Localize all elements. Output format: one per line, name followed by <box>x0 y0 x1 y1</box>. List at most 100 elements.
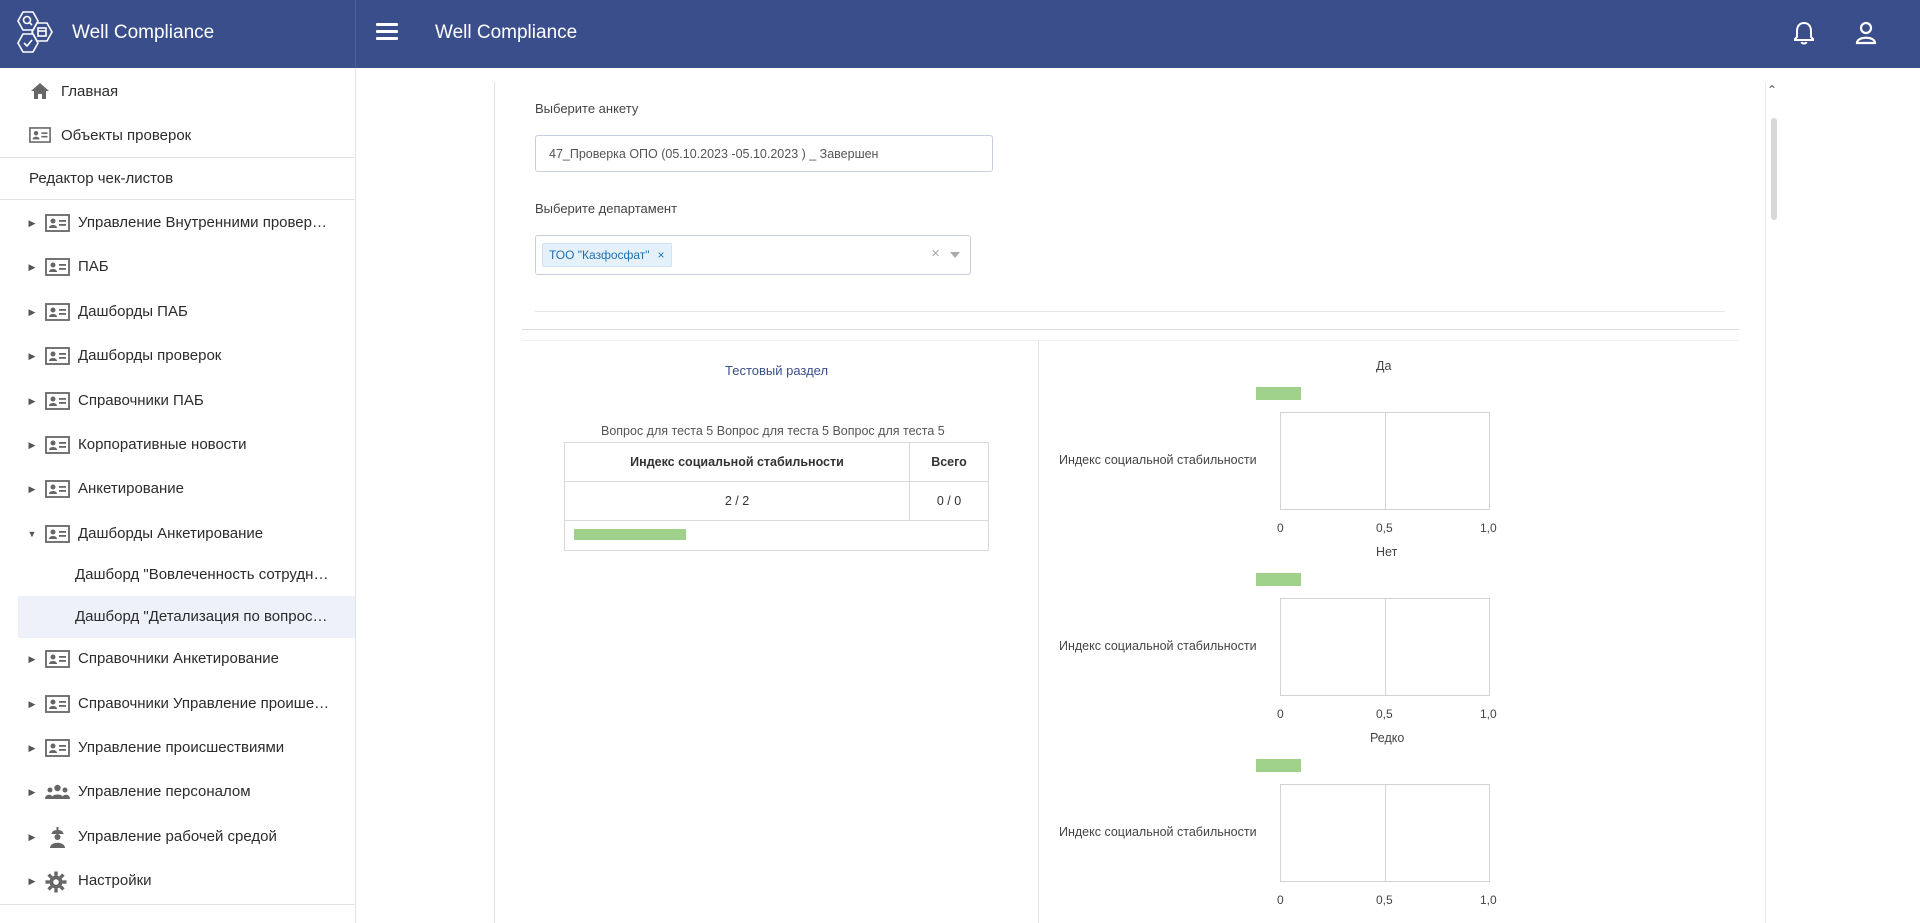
x-tick-label: 0 <box>1277 707 1284 721</box>
worker-icon <box>45 827 70 848</box>
x-tick-label: 0 <box>1277 521 1284 535</box>
chart-title: Нет <box>1376 545 1398 559</box>
sidebar-item-label: Управление персоналом <box>78 783 251 800</box>
sidebar-item[interactable]: ▼ Дашборды Анкетирование <box>0 513 355 555</box>
sidebar-item[interactable]: ▶ Дашборды проверок <box>0 335 355 377</box>
section-title: Тестовый раздел <box>725 363 829 378</box>
card-icon <box>45 649 70 669</box>
tag-remove-icon[interactable]: × <box>658 248 665 262</box>
department-tag-label: ТОО "Казфосфат" <box>549 248 650 262</box>
sidebar-item[interactable]: ▶ Справочники Управление проише… <box>0 683 355 725</box>
legend-swatch[interactable] <box>1256 573 1301 586</box>
caret-right-icon[interactable]: ▶ <box>27 743 37 753</box>
legend-swatch[interactable] <box>1256 387 1301 400</box>
sidebar-item-label: Настройки <box>78 872 152 889</box>
sidebar: Главная Объекты проверок Редактор чек-ли… <box>0 68 356 923</box>
chart-title: Редко <box>1370 731 1405 745</box>
page-title: Well Compliance <box>435 22 578 43</box>
sidebar-item-label: Дашборды ПАБ <box>78 303 188 320</box>
caret-right-icon[interactable]: ▶ <box>27 699 37 709</box>
sidebar-item-label: Управление происшествиями <box>78 739 285 756</box>
divider <box>535 311 1725 312</box>
table-cell: 0 / 0 <box>909 481 989 521</box>
chart-gridline <box>1385 785 1386 881</box>
survey-label: Выберите анкету <box>535 101 639 116</box>
clear-icon[interactable]: × <box>931 245 940 262</box>
caret-right-icon[interactable]: ▶ <box>27 262 37 272</box>
divider <box>0 157 355 158</box>
caret-right-icon[interactable]: ▶ <box>27 396 37 406</box>
sidebar-item[interactable]: ▶ Управление происшествиями <box>0 727 355 769</box>
sidebar-subitem[interactable]: Дашборд "Вовлеченность сотрудн… <box>18 554 355 596</box>
x-tick-label: 1,0 <box>1480 707 1497 721</box>
chart-plot-area <box>1280 784 1490 882</box>
menu-icon[interactable] <box>374 20 400 46</box>
sidebar-subitem[interactable]: Дашборд "Детализация по вопрос… <box>18 596 355 638</box>
caret-right-icon[interactable]: ▶ <box>27 351 37 361</box>
x-tick-label: 0,5 <box>1376 521 1393 535</box>
sidebar-item-label: Справочники Управление проише… <box>78 695 330 712</box>
chevron-down-icon[interactable] <box>950 252 960 258</box>
scrollbar-thumb[interactable] <box>1771 118 1777 220</box>
table-header: Всего <box>909 442 989 482</box>
sidebar-section-editor[interactable]: Редактор чек-листов <box>29 170 173 187</box>
caret-right-icon[interactable]: ▶ <box>27 484 37 494</box>
brand-name: Well Compliance <box>72 22 215 43</box>
caret-right-icon[interactable]: ▶ <box>27 307 37 317</box>
sidebar-item[interactable]: ▶ ПАБ <box>0 246 355 288</box>
sidebar-item-label: Справочники ПАБ <box>78 392 204 409</box>
user-icon[interactable] <box>1854 20 1878 46</box>
sidebar-item[interactable]: ▶ Управление Внутренними провер… <box>0 202 355 244</box>
card-icon <box>45 257 70 277</box>
survey-select[interactable]: 47_Проверка ОПО (05.10.2023 -05.10.2023 … <box>535 135 993 172</box>
card-icon <box>45 738 70 758</box>
sidebar-item-objects[interactable]: Объекты проверок <box>0 114 355 156</box>
sidebar-item[interactable]: ▶ Корпоративные новости <box>0 424 355 466</box>
sidebar-item-label: Корпоративные новости <box>78 436 247 453</box>
x-tick-label: 1,0 <box>1480 893 1497 907</box>
card-icon <box>45 524 70 544</box>
sidebar-item[interactable]: ▶ Дашборды ПАБ <box>0 291 355 333</box>
people-icon <box>45 782 70 802</box>
sidebar-item-label: Объекты проверок <box>61 126 192 144</box>
card-icon <box>45 479 70 499</box>
chart-title: Да <box>1376 359 1392 373</box>
top-bar: Well Compliance Well Compliance <box>0 0 1920 68</box>
sidebar-item[interactable]: ▶ Управление персоналом <box>0 771 355 813</box>
scroll-up-icon[interactable]: ⌃ <box>1767 83 1777 97</box>
sidebar-item[interactable]: ▶ Управление рабочей средой <box>0 816 355 858</box>
caret-down-icon[interactable]: ▼ <box>27 529 37 539</box>
caret-right-icon[interactable]: ▶ <box>27 440 37 450</box>
caret-right-icon[interactable]: ▶ <box>27 876 37 886</box>
divider <box>0 904 355 905</box>
divider <box>522 340 1739 341</box>
sidebar-item-label: Справочники Анкетирование <box>78 650 279 667</box>
sidebar-item[interactable]: ▶ Справочники ПАБ <box>0 380 355 422</box>
department-tag: ТОО "Казфосфат" × <box>542 243 672 267</box>
sidebar-item[interactable]: ▶ Настройки <box>0 860 355 902</box>
caret-right-icon[interactable]: ▶ <box>27 787 37 797</box>
sidebar-item-label: Главная <box>61 82 119 100</box>
sidebar-item-label: Дашборды Анкетирование <box>78 525 264 542</box>
legend-swatch[interactable] <box>1256 759 1301 772</box>
department-label: Выберите департамент <box>535 201 678 216</box>
table-header: Индекс социальной стабильности <box>564 442 910 482</box>
card-icon <box>45 694 70 714</box>
survey-select-value: 47_Проверка ОПО (05.10.2023 -05.10.2023 … <box>549 147 879 161</box>
x-tick-label: 0,5 <box>1376 707 1393 721</box>
sidebar-item[interactable]: ▶ Анкетирование <box>0 468 355 510</box>
caret-right-icon[interactable]: ▶ <box>27 654 37 664</box>
column-divider <box>1038 340 1039 923</box>
card-icon <box>29 124 51 146</box>
content-border <box>494 82 495 923</box>
card-icon <box>45 213 70 233</box>
sidebar-item[interactable]: ▶ Справочники Анкетирование <box>0 638 355 680</box>
home-icon <box>29 80 51 102</box>
department-select[interactable]: ТОО "Казфосфат" × × <box>535 235 971 275</box>
caret-right-icon[interactable]: ▶ <box>27 832 37 842</box>
sidebar-item-label: Управление рабочей средой <box>78 828 277 845</box>
sidebar-item-home[interactable]: Главная <box>0 70 355 112</box>
caret-right-icon[interactable]: ▶ <box>27 218 37 228</box>
sidebar-item-label: ПАБ <box>78 258 109 275</box>
bell-icon[interactable] <box>1792 20 1816 46</box>
